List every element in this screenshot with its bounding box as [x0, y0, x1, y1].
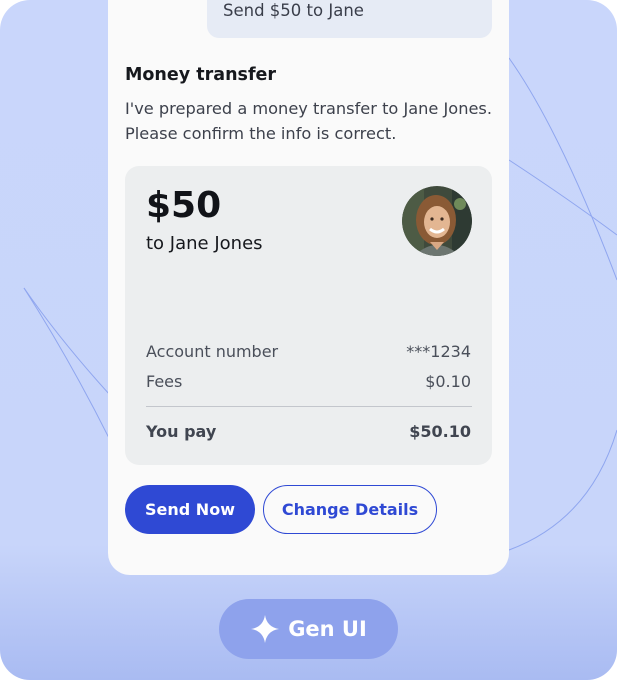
change-details-button[interactable]: Change Details [263, 485, 437, 534]
fees-value: $0.10 [425, 372, 471, 391]
sparkle-icon [251, 615, 280, 643]
account-number-value: ***1234 [406, 342, 471, 361]
chat-card: Send $50 to Jane Money transfer I've pre… [108, 0, 509, 575]
transfer-amount: $50 [146, 185, 222, 226]
assistant-message: I've prepared a money transfer to Jane J… [125, 99, 493, 143]
summary-divider [146, 406, 472, 407]
send-now-button[interactable]: Send Now [125, 485, 255, 534]
total-value: $50.10 [409, 422, 471, 441]
recipient-avatar [402, 186, 472, 256]
gen-ui-label: Gen UI [288, 617, 367, 641]
user-message-bubble: Send $50 to Jane [207, 0, 492, 38]
fees-label: Fees [146, 372, 183, 391]
app-frame: Send $50 to Jane Money transfer I've pre… [0, 0, 617, 680]
transfer-recipient: to Jane Jones [146, 233, 263, 254]
account-number-label: Account number [146, 342, 279, 361]
gen-ui-button[interactable]: Gen UI [219, 599, 398, 659]
transfer-summary-card: $50 to Jane Jones Account number ***1234… [125, 166, 492, 465]
total-label: You pay [146, 422, 217, 441]
assistant-title: Money transfer [125, 65, 277, 85]
user-message-text: Send $50 to Jane [223, 1, 364, 20]
